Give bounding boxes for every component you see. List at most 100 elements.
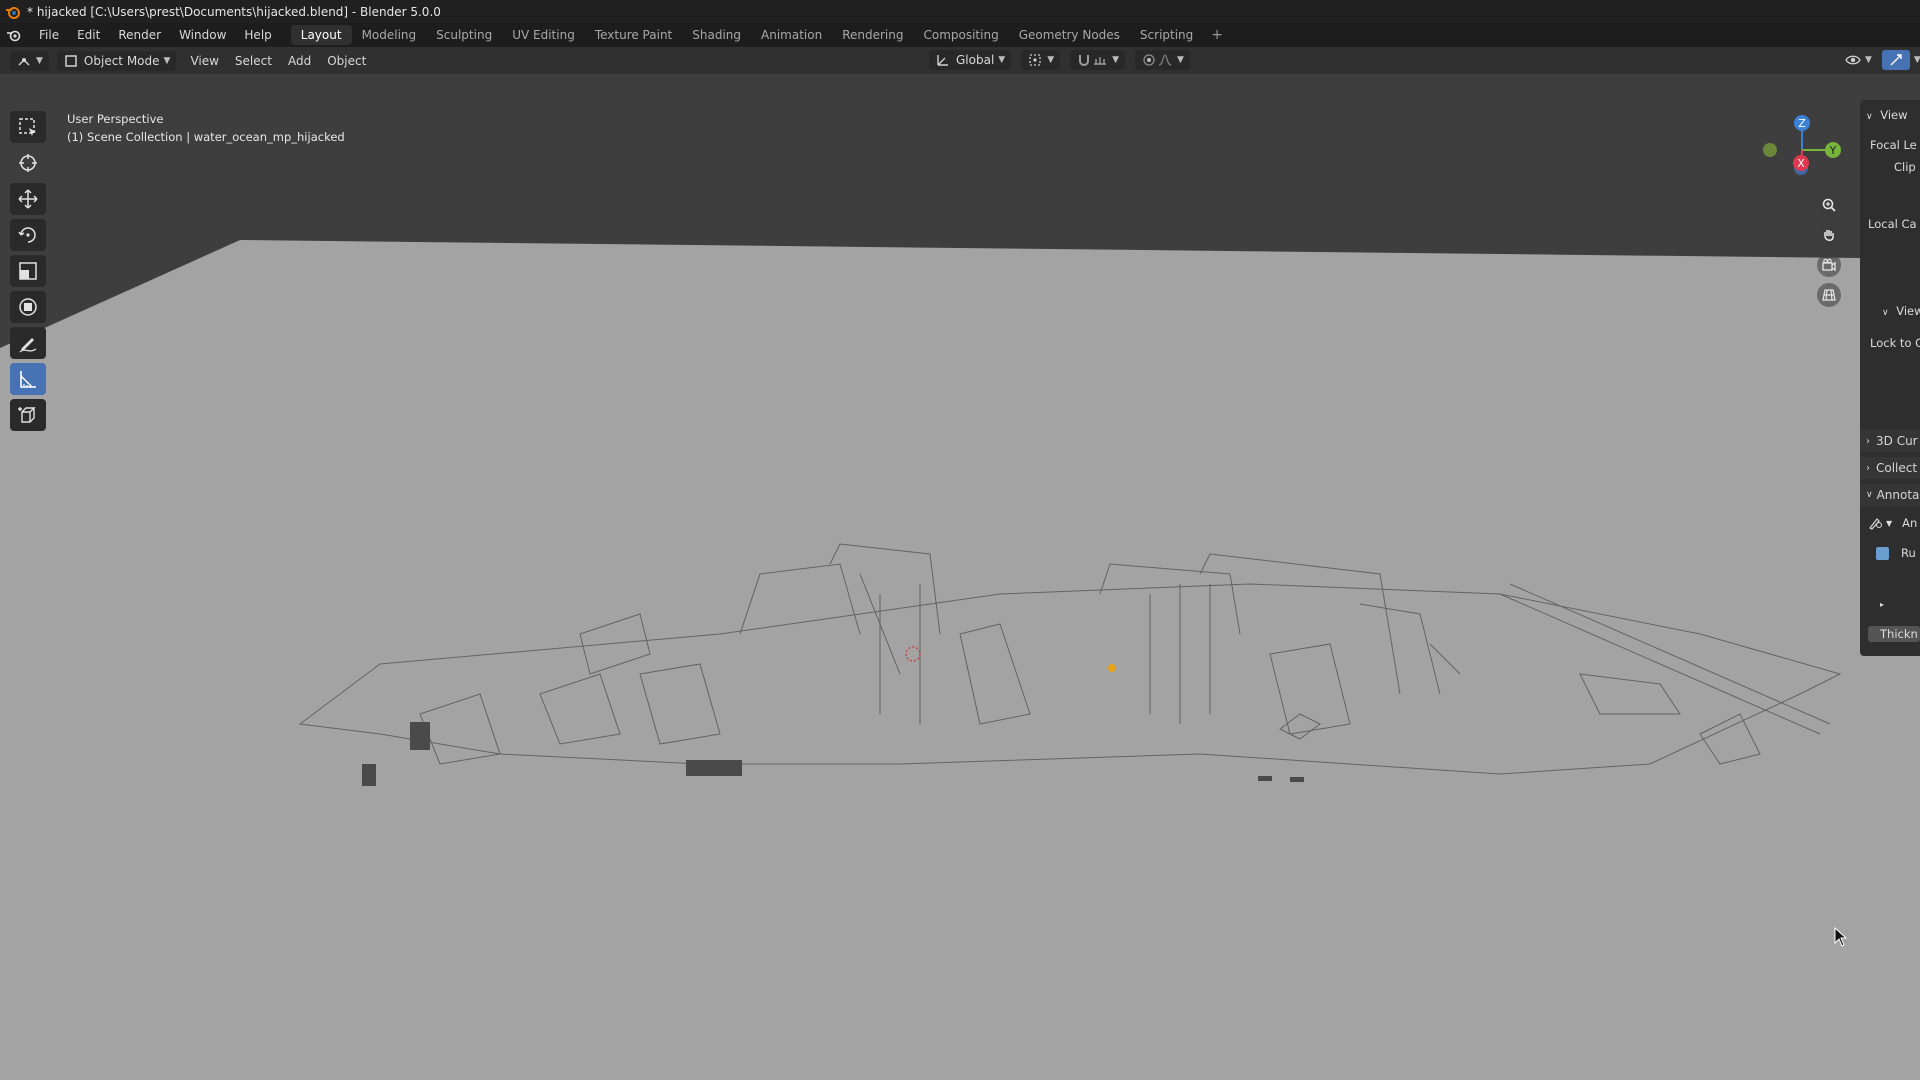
menu-window[interactable]: Window bbox=[170, 23, 235, 47]
menu-object[interactable]: Object bbox=[319, 54, 374, 68]
menu-render[interactable]: Render bbox=[109, 23, 170, 47]
window-title: * hijacked [C:\Users\prest\Documents\hij… bbox=[27, 4, 441, 19]
tab-texture-paint[interactable]: Texture Paint bbox=[585, 25, 682, 45]
annotation-data-icon bbox=[1869, 518, 1883, 530]
title-bar: * hijacked [C:\Users\prest\Documents\hij… bbox=[0, 0, 1920, 23]
editor-type-icon bbox=[18, 57, 30, 66]
tab-shading[interactable]: Shading bbox=[682, 25, 751, 45]
tab-rendering[interactable]: Rendering bbox=[832, 25, 913, 45]
pan-button[interactable] bbox=[1817, 223, 1841, 247]
chevron-down-icon: ∨ bbox=[1866, 490, 1873, 500]
viewport-info-overlay: User Perspective (1) Scene Collection | … bbox=[67, 110, 345, 146]
transform-controls: Global ▼ ▼ ▼ ▼ bbox=[925, 50, 1190, 70]
y-axis-label: Y bbox=[1829, 144, 1837, 157]
viewport-scene bbox=[0, 240, 1920, 1080]
camera-view-button[interactable] bbox=[1817, 253, 1841, 277]
zoom-button[interactable] bbox=[1817, 193, 1841, 217]
magnet-icon bbox=[1079, 55, 1090, 66]
pivot-point-selector[interactable]: ▼ bbox=[1021, 50, 1061, 70]
measure-tool[interactable] bbox=[10, 363, 46, 395]
layer-color-swatch[interactable] bbox=[1876, 546, 1889, 560]
scale-icon bbox=[19, 262, 37, 280]
workspace-tabs: Layout Modeling Sculpting UV Editing Tex… bbox=[290, 23, 1231, 47]
chevron-down-icon: ∨ bbox=[1882, 308, 1889, 318]
tab-animation[interactable]: Animation bbox=[751, 25, 832, 45]
menu-edit[interactable]: Edit bbox=[68, 23, 109, 47]
visibility-selector[interactable]: ▼ bbox=[1839, 50, 1878, 70]
rotate-tool[interactable] bbox=[10, 219, 46, 251]
tab-sculpting[interactable]: Sculpting bbox=[426, 25, 502, 45]
chevron-down-icon: ▼ bbox=[1886, 518, 1893, 528]
editor-type-button[interactable]: ▼ bbox=[10, 50, 49, 71]
mode-label: Object Mode bbox=[83, 53, 160, 68]
focal-length-label: Focal Le bbox=[1870, 138, 1917, 152]
3d-cursor-section-header[interactable]: › 3D Cur bbox=[1860, 430, 1920, 452]
navigation-gizmo[interactable]: Z Y X bbox=[1758, 112, 1858, 192]
menu-add[interactable]: Add bbox=[280, 54, 319, 68]
menu-file[interactable]: File bbox=[30, 23, 68, 47]
chevron-down-icon: ▼ bbox=[1047, 55, 1055, 65]
move-icon bbox=[18, 189, 38, 209]
tab-uv-editing[interactable]: UV Editing bbox=[502, 25, 585, 45]
x-axis-label: X bbox=[1797, 157, 1805, 170]
gizmo-toggle[interactable] bbox=[1881, 50, 1910, 70]
neg-y-axis-handle[interactable] bbox=[1763, 143, 1777, 157]
chevron-down-icon: ▼ bbox=[1865, 55, 1872, 65]
clip-start-label: Clip S bbox=[1894, 160, 1920, 174]
menu-help[interactable]: Help bbox=[235, 23, 280, 47]
orientation-label: Global bbox=[956, 53, 995, 67]
annotate-pencil-icon bbox=[19, 338, 37, 353]
menu-select[interactable]: Select bbox=[227, 54, 280, 68]
eye-icon bbox=[1845, 55, 1861, 65]
tab-scripting[interactable]: Scripting bbox=[1130, 25, 1203, 45]
grid-perspective-icon bbox=[1822, 289, 1836, 301]
tab-compositing[interactable]: Compositing bbox=[913, 25, 1008, 45]
annotate-tool[interactable] bbox=[10, 327, 46, 359]
annotation-data-selector[interactable]: ▼ An bbox=[1868, 516, 1917, 530]
add-workspace-button[interactable]: + bbox=[1203, 27, 1231, 43]
lock-to-label: Lock to C bbox=[1870, 336, 1920, 350]
cursor-3d-icon bbox=[19, 154, 37, 172]
thickness-field[interactable]: Thickn bbox=[1868, 626, 1920, 642]
view-section-header[interactable]: ∨ View bbox=[1866, 108, 1908, 122]
add-cube-tool[interactable] bbox=[10, 399, 46, 431]
axis-gizmo: Z Y X bbox=[1763, 115, 1841, 175]
view-lock-section-header[interactable]: ∨ View bbox=[1882, 304, 1920, 318]
orientation-icon bbox=[937, 55, 948, 66]
gizmo-icon bbox=[1890, 54, 1902, 66]
select-box-icon bbox=[19, 118, 36, 136]
annotation-layer-row[interactable]: Ru bbox=[1876, 546, 1916, 560]
transform-tool[interactable] bbox=[10, 291, 46, 323]
collections-section-header[interactable]: › Collect bbox=[1860, 457, 1920, 479]
perspective-label: User Perspective bbox=[67, 112, 164, 126]
3d-viewport[interactable]: User Perspective (1) Scene Collection | … bbox=[0, 74, 1920, 1080]
blender-menu-icon[interactable] bbox=[6, 27, 22, 43]
annotations-section-header[interactable]: ∨ Annota bbox=[1860, 484, 1920, 506]
menu-view[interactable]: View bbox=[182, 54, 226, 68]
tab-layout[interactable]: Layout bbox=[290, 25, 352, 45]
cursor-tool[interactable] bbox=[10, 147, 46, 179]
proportional-editing-toggle[interactable]: ▼ bbox=[1135, 50, 1190, 70]
local-camera-label: Local Ca bbox=[1868, 217, 1917, 231]
transform-orientation-selector[interactable]: Global ▼ bbox=[929, 50, 1012, 70]
snap-toggle[interactable]: ▼ bbox=[1070, 50, 1126, 70]
hand-icon bbox=[1824, 230, 1834, 241]
blender-logo-icon bbox=[6, 6, 20, 19]
snap-increment-icon bbox=[1094, 57, 1107, 65]
scale-tool[interactable] bbox=[10, 255, 46, 287]
move-tool[interactable] bbox=[10, 183, 46, 215]
chevron-down-icon: ▼ bbox=[36, 55, 43, 66]
chevron-right-icon: › bbox=[1866, 462, 1870, 474]
perspective-toggle-button[interactable] bbox=[1817, 283, 1841, 307]
select-box-tool[interactable] bbox=[10, 111, 46, 143]
tab-geometry-nodes[interactable]: Geometry Nodes bbox=[1009, 25, 1130, 45]
mouse-cursor-icon bbox=[1834, 927, 1848, 947]
expand-triangle-icon[interactable]: ▸ bbox=[1880, 600, 1884, 609]
tab-modeling[interactable]: Modeling bbox=[352, 25, 427, 45]
layer-name: Ru bbox=[1901, 546, 1916, 560]
chevron-down-icon[interactable]: ▼ bbox=[1914, 55, 1920, 65]
measure-ruler-icon bbox=[20, 371, 36, 388]
chevron-down-icon: ▼ bbox=[1112, 55, 1120, 65]
mode-selector[interactable]: Object Mode ▼ bbox=[56, 50, 177, 71]
chevron-down-icon: ▼ bbox=[1177, 55, 1184, 65]
